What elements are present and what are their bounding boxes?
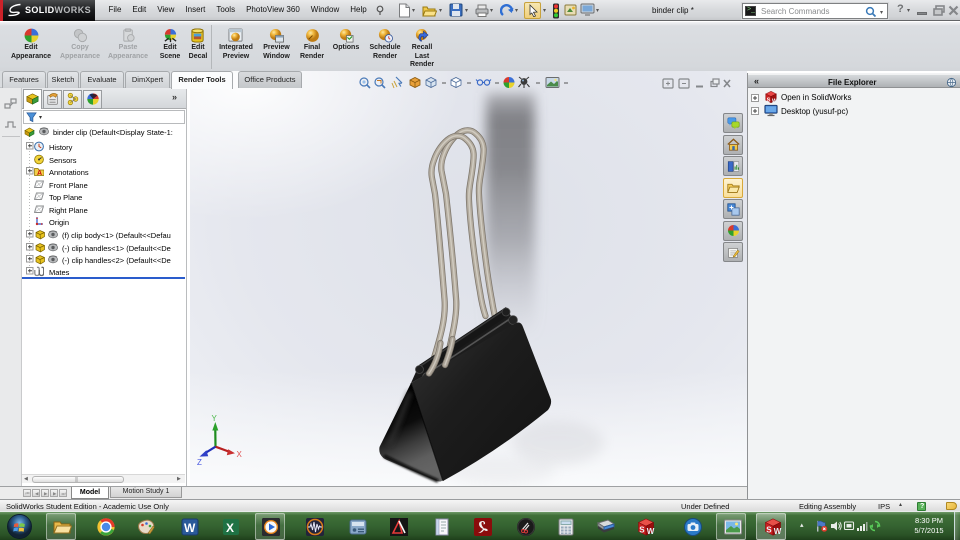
- svg-text:X: X: [237, 450, 243, 459]
- svg-text:X: X: [226, 521, 234, 535]
- svg-text:S: S: [767, 97, 771, 103]
- svg-text:S: S: [766, 525, 772, 534]
- svg-text:W: W: [774, 527, 782, 536]
- svg-text:S: S: [639, 525, 645, 534]
- svg-text:W: W: [647, 527, 655, 536]
- svg-text:Y: Y: [212, 414, 218, 423]
- svg-text:Z: Z: [197, 458, 202, 467]
- svg-text:W: W: [184, 521, 196, 535]
